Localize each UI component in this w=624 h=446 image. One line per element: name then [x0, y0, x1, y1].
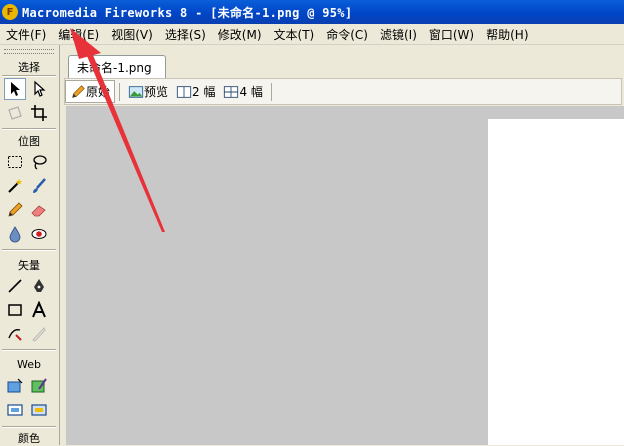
pencil-icon — [8, 202, 23, 217]
document-tab[interactable]: 未命名-1.png — [68, 55, 166, 78]
subselect-arrow-icon — [34, 80, 46, 97]
pen-nib-icon — [34, 279, 44, 292]
document-tab-row: 未命名-1.png — [62, 50, 624, 78]
canvas-workspace[interactable] — [66, 106, 624, 445]
menu-text[interactable]: 文本(T) — [268, 26, 321, 43]
freeform-tool[interactable] — [4, 323, 26, 345]
menu-filters[interactable]: 滤镜(I) — [374, 26, 423, 43]
menu-window[interactable]: 窗口(W) — [423, 26, 480, 43]
text-tool[interactable] — [28, 299, 50, 321]
section-label-web: Web — [17, 358, 41, 371]
eraser-tool[interactable] — [28, 199, 50, 221]
section-divider — [2, 128, 56, 130]
slice-icon — [31, 378, 47, 393]
red-eye-tool[interactable] — [28, 223, 50, 245]
view-mode-bar: 原始 预览 2 幅 4 幅 — [64, 78, 622, 105]
view-original-label: 原始 — [86, 85, 111, 99]
rectangle-icon — [8, 304, 22, 316]
section-divider — [2, 249, 56, 251]
brush-icon — [33, 178, 46, 193]
hide-hotspots-toggle[interactable] — [4, 399, 26, 421]
lasso-tool[interactable] — [28, 151, 50, 173]
magic-wand-tool[interactable] — [4, 175, 26, 197]
marquee-icon — [8, 156, 22, 168]
menu-bar: 文件(F) 编辑(E) 视图(V) 选择(S) 修改(M) 文本(T) 命令(C… — [0, 24, 624, 45]
section-label-color: 颜色 — [18, 432, 40, 445]
menu-commands[interactable]: 命令(C) — [320, 26, 374, 43]
pen-tool[interactable] — [28, 275, 50, 297]
pencil-icon — [72, 84, 85, 98]
view-4up-button[interactable]: 4 幅 — [219, 81, 266, 102]
hotspot-icon — [7, 378, 23, 393]
view-2up-label: 2 幅 — [192, 85, 216, 99]
knife-icon — [32, 327, 46, 342]
image-preview-icon — [128, 85, 144, 98]
menu-select[interactable]: 选择(S) — [159, 26, 212, 43]
hotspot-tool[interactable] — [4, 375, 26, 397]
scale-icon — [8, 106, 22, 120]
fireworks-app-icon[interactable]: F — [2, 4, 18, 20]
section-label-select: 选择 — [18, 61, 40, 74]
marquee-tool[interactable] — [4, 151, 26, 173]
text-a-icon — [32, 301, 46, 318]
red-eye-icon — [31, 229, 47, 239]
section-divider — [2, 349, 56, 351]
slice-tool[interactable] — [28, 375, 50, 397]
menu-view[interactable]: 视图(V) — [105, 26, 159, 43]
section-label-vector: 矢量 — [18, 259, 40, 272]
magic-wand-icon — [8, 179, 22, 193]
view-4up-label: 4 幅 — [239, 85, 263, 99]
document-window: 未命名-1.png 原始 预览 2 幅 4 幅 — [62, 50, 624, 445]
view-2up-button[interactable]: 2 幅 — [172, 81, 219, 102]
title-bar: F Macromedia Fireworks 8 - [未命名-1.png @ … — [0, 0, 624, 24]
rectangle-tool[interactable] — [4, 299, 26, 321]
pointer-tool[interactable] — [4, 78, 26, 100]
panel-grip[interactable] — [4, 49, 54, 54]
subselection-tool[interactable] — [28, 78, 50, 100]
section-label-bitmap: 位图 — [18, 135, 40, 148]
crop-icon — [31, 105, 47, 121]
toolbar-divider — [119, 82, 121, 101]
lasso-icon — [33, 155, 47, 170]
water-drop-icon — [9, 226, 21, 243]
knife-tool[interactable] — [28, 323, 50, 345]
eraser-icon — [31, 205, 46, 217]
show-slices-icon — [31, 404, 47, 416]
four-up-icon — [224, 85, 239, 98]
two-up-icon — [176, 85, 192, 98]
blur-tool[interactable] — [4, 223, 26, 245]
window-title: Macromedia Fireworks 8 - [未命名-1.png @ 95… — [22, 5, 353, 20]
view-original-button[interactable]: 原始 — [65, 80, 116, 103]
toolbar-divider — [270, 82, 272, 101]
menu-file[interactable]: 文件(F) — [0, 26, 52, 43]
section-divider — [2, 75, 56, 77]
line-icon — [8, 279, 22, 293]
view-preview-label: 预览 — [144, 85, 169, 99]
section-divider — [2, 426, 56, 428]
brush-tool[interactable] — [28, 175, 50, 197]
line-tool[interactable] — [4, 275, 26, 297]
pencil-tool[interactable] — [4, 199, 26, 221]
view-preview-button[interactable]: 预览 — [124, 81, 172, 102]
pointer-arrow-icon — [11, 82, 20, 96]
menu-modify[interactable]: 修改(M) — [212, 26, 268, 43]
tools-panel: 选择 位图 矢量 Web 颜色 — [0, 45, 60, 445]
freeform-pen-icon — [8, 328, 22, 341]
document-tab-label: 未命名-1.png — [77, 60, 152, 75]
scale-tool[interactable] — [4, 102, 26, 124]
hide-slices-icon — [7, 404, 23, 416]
show-hotspots-toggle[interactable] — [28, 399, 50, 421]
document-canvas[interactable] — [488, 119, 624, 445]
menu-edit[interactable]: 编辑(E) — [52, 26, 105, 43]
crop-tool[interactable] — [28, 102, 50, 124]
menu-help[interactable]: 帮助(H) — [480, 26, 534, 43]
